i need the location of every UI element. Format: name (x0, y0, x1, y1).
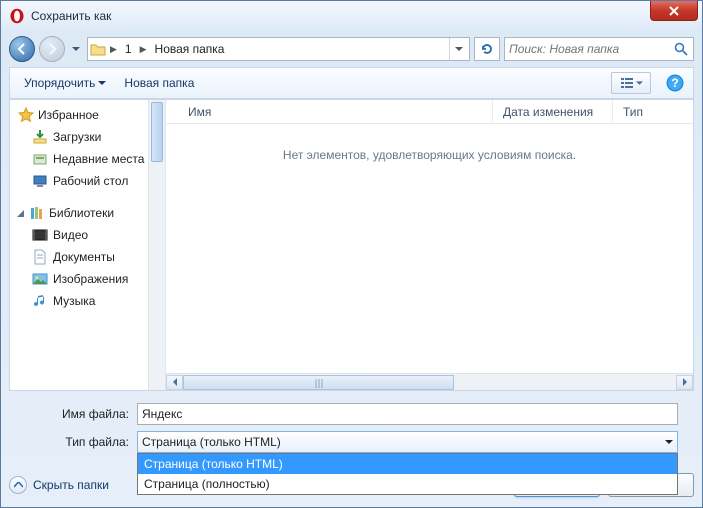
filetype-combo[interactable]: Страница (только HTML) Страница (только … (137, 431, 678, 453)
column-name[interactable]: Имя (166, 100, 493, 123)
desktop-icon (32, 173, 48, 189)
filename-label: Имя файла: (9, 407, 137, 421)
new-folder-button[interactable]: Новая папка (118, 72, 200, 94)
sidebar-item-label: Рабочий стол (53, 174, 128, 188)
scroll-right-button[interactable] (676, 375, 693, 390)
horizontal-scrollbar[interactable] (166, 373, 693, 390)
filetype-value: Страница (только HTML) (142, 435, 281, 449)
form-area: Имя файла: Тип файла: Страница (только H… (9, 403, 694, 459)
nav-history-dropdown[interactable] (69, 36, 83, 62)
file-pane: Имя Дата изменения Тип Нет элементов, уд… (166, 100, 693, 390)
explorer-body: Избранное Загрузки Недавние места Рабочи… (9, 99, 694, 391)
pictures-icon (32, 271, 48, 287)
chevron-right-icon[interactable]: ▶ (138, 44, 149, 55)
view-mode-button[interactable] (611, 72, 651, 94)
back-button[interactable] (9, 36, 35, 62)
filetype-dropdown: Страница (только HTML) Страница (полност… (137, 453, 678, 495)
scroll-left-button[interactable] (166, 375, 183, 390)
hide-folders-label: Скрыть папки (33, 478, 109, 492)
scroll-thumb[interactable] (183, 375, 454, 390)
sidebar-item-videos[interactable]: Видео (10, 224, 165, 246)
sidebar-item-label: Музыка (53, 294, 95, 308)
column-headers: Имя Дата изменения Тип (166, 100, 693, 124)
sidebar-item-desktop[interactable]: Рабочий стол (10, 170, 165, 192)
list-view-icon (620, 77, 634, 89)
nav-bar: ▶ 1 ▶ Новая папка (9, 33, 694, 65)
opera-icon (9, 8, 25, 24)
chevron-down-icon (665, 440, 673, 445)
help-button[interactable]: ? (665, 73, 685, 93)
sidebar-item-label: Документы (53, 250, 115, 264)
organize-button[interactable]: Упорядочить (18, 72, 112, 94)
sidebar-item-documents[interactable]: Документы (10, 246, 165, 268)
video-icon (32, 227, 48, 243)
chevron-down-icon (98, 81, 106, 86)
breadcrumb-dropdown[interactable] (449, 38, 467, 60)
folder-icon (90, 41, 106, 57)
search-icon[interactable] (673, 41, 689, 57)
filetype-label: Тип файла: (9, 435, 137, 449)
sidebar-item-music[interactable]: Музыка (10, 290, 165, 312)
expand-icon (16, 209, 25, 218)
toolbar: Упорядочить Новая папка ? (9, 67, 694, 99)
sidebar-item-label: Изображения (53, 272, 128, 286)
column-date[interactable]: Дата изменения (493, 100, 613, 123)
hide-folders-toggle[interactable]: Скрыть папки (9, 476, 109, 494)
sidebar-item-label: Видео (53, 228, 88, 242)
sidebar-scrollbar[interactable] (148, 100, 165, 390)
search-box[interactable] (504, 37, 694, 61)
chevron-right-icon[interactable]: ▶ (108, 44, 119, 55)
empty-message: Нет элементов, удовлетворяющих условиям … (166, 124, 693, 373)
libraries-icon (29, 205, 45, 221)
documents-icon (32, 249, 48, 265)
filename-input[interactable] (142, 407, 673, 421)
sidebar-item-pictures[interactable]: Изображения (10, 268, 165, 290)
recent-icon (32, 151, 48, 167)
favorites-label: Избранное (38, 108, 99, 122)
search-input[interactable] (509, 42, 673, 56)
sidebar-item-label: Недавние места (53, 152, 144, 166)
music-icon (32, 293, 48, 309)
sidebar-libraries-header[interactable]: Библиотеки (10, 202, 165, 224)
breadcrumb-bar[interactable]: ▶ 1 ▶ Новая папка (87, 37, 470, 61)
breadcrumb-item[interactable]: 1 (121, 40, 136, 58)
titlebar: Сохранить как (1, 1, 702, 31)
save-as-dialog: Сохранить как ▶ 1 ▶ Новая папка (0, 0, 703, 508)
star-icon (18, 107, 34, 123)
forward-button[interactable] (39, 36, 65, 62)
downloads-icon (32, 129, 48, 145)
breadcrumb-item[interactable]: Новая папка (151, 40, 229, 58)
sidebar-item-recent[interactable]: Недавние места (10, 148, 165, 170)
sidebar-item-downloads[interactable]: Загрузки (10, 126, 165, 148)
libraries-label: Библиотеки (49, 206, 114, 220)
new-folder-label: Новая папка (124, 76, 194, 90)
refresh-button[interactable] (474, 37, 500, 61)
window-title: Сохранить как (31, 9, 111, 23)
close-button[interactable] (650, 1, 698, 21)
filename-field[interactable] (137, 403, 678, 425)
filetype-option[interactable]: Страница (только HTML) (138, 454, 677, 474)
filetype-option[interactable]: Страница (полностью) (138, 474, 677, 494)
sidebar-favorites-header[interactable]: Избранное (12, 104, 163, 126)
organize-label: Упорядочить (24, 76, 95, 90)
column-type[interactable]: Тип (613, 100, 693, 123)
sidebar-item-label: Загрузки (53, 130, 101, 144)
svg-text:?: ? (671, 76, 678, 90)
collapse-icon (9, 476, 27, 494)
chevron-down-icon (636, 81, 643, 86)
sidebar: Избранное Загрузки Недавние места Рабочи… (10, 100, 166, 390)
